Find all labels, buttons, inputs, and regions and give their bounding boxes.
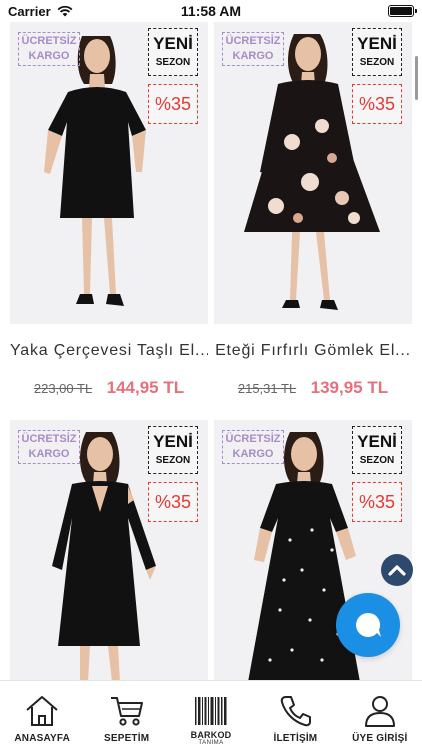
carrier-label: Carrier — [8, 3, 51, 19]
discount-badge: %35 — [148, 482, 198, 522]
phone-icon — [277, 693, 313, 729]
free-shipping-badge: ÜCRETSİZ KARGO — [18, 430, 80, 464]
bottom-tab-bar: ANASAYFA SEPETİM BARKOD TANIMA İLETİŞİM … — [0, 680, 422, 750]
scroll-to-top-button[interactable] — [381, 554, 413, 586]
old-price: 215,31 TL — [237, 381, 297, 396]
new-season-badge: YENİ SEZON — [352, 426, 402, 474]
tab-home[interactable]: ANASAYFA — [0, 681, 84, 750]
product-image[interactable]: ÜCRETSİZ KARGO YENİ SEZON %35 — [10, 22, 208, 324]
wifi-icon — [57, 5, 73, 17]
tab-cart[interactable]: SEPETİM — [84, 681, 168, 750]
chat-bubble-icon — [356, 612, 381, 637]
battery-icon — [388, 5, 417, 17]
chevron-up-icon — [388, 565, 406, 576]
tab-sublabel: TANIMA — [198, 740, 224, 746]
status-bar: Carrier 11:58 AM — [0, 0, 422, 22]
tab-label: BARKOD — [190, 730, 232, 740]
tab-label: SEPETİM — [103, 733, 150, 744]
product-image[interactable]: ÜCRETSİZ KARGO YENİ SEZON %35 — [10, 420, 208, 680]
tab-label: ÜYE GİRİŞİ — [352, 733, 408, 744]
free-shipping-badge: ÜCRETSİZ KARGO — [222, 32, 284, 66]
product-card[interactable]: ÜCRETSİZ KARGO YENİ SEZON %35 — [10, 420, 208, 680]
new-season-badge: YENİ SEZON — [148, 426, 198, 474]
product-grid: ÜCRETSİZ KARGO YENİ SEZON %35 Yaka Çerçe… — [0, 22, 422, 680]
new-season-badge: YENİ SEZON — [352, 28, 402, 76]
user-icon — [362, 693, 398, 729]
tab-member-login[interactable]: ÜYE GİRİŞİ — [338, 681, 422, 750]
old-price: 223,00 TL — [33, 381, 93, 396]
home-icon — [24, 693, 60, 729]
tab-barcode[interactable]: BARKOD TANIMA — [169, 681, 253, 750]
live-chat-button[interactable] — [336, 593, 400, 657]
new-season-badge: YENİ SEZON — [148, 28, 198, 76]
sale-price: 139,95 TL — [310, 378, 389, 397]
cart-icon — [109, 693, 145, 729]
tab-label: İLETİŞİM — [273, 733, 318, 744]
discount-badge: %35 — [352, 482, 402, 522]
product-card[interactable]: ÜCRETSİZ KARGO YENİ SEZON %35 Eteği Fırf… — [214, 22, 412, 398]
discount-badge: %35 — [352, 84, 402, 124]
free-shipping-badge: ÜCRETSİZ KARGO — [18, 32, 80, 66]
product-price: 223,00 TL 144,95 TL — [10, 378, 208, 398]
product-price: 215,31 TL 139,95 TL — [214, 378, 412, 398]
tab-label: ANASAYFA — [14, 733, 71, 744]
discount-badge: %35 — [148, 84, 198, 124]
product-card[interactable]: ÜCRETSİZ KARGO YENİ SEZON %35 Yaka Çerçe… — [10, 22, 208, 398]
sale-price: 144,95 TL — [106, 378, 185, 397]
product-name[interactable]: Eteği Fırfırlı Gömlek El... — [214, 342, 412, 360]
barcode-icon — [193, 693, 229, 729]
product-name[interactable]: Yaka Çerçevesi Taşlı El... — [10, 342, 208, 360]
scroll-indicator[interactable] — [415, 56, 418, 100]
product-image[interactable]: ÜCRETSİZ KARGO YENİ SEZON %35 — [214, 22, 412, 324]
free-shipping-badge: ÜCRETSİZ KARGO — [222, 430, 284, 464]
tab-contact[interactable]: İLETİŞİM — [253, 681, 337, 750]
